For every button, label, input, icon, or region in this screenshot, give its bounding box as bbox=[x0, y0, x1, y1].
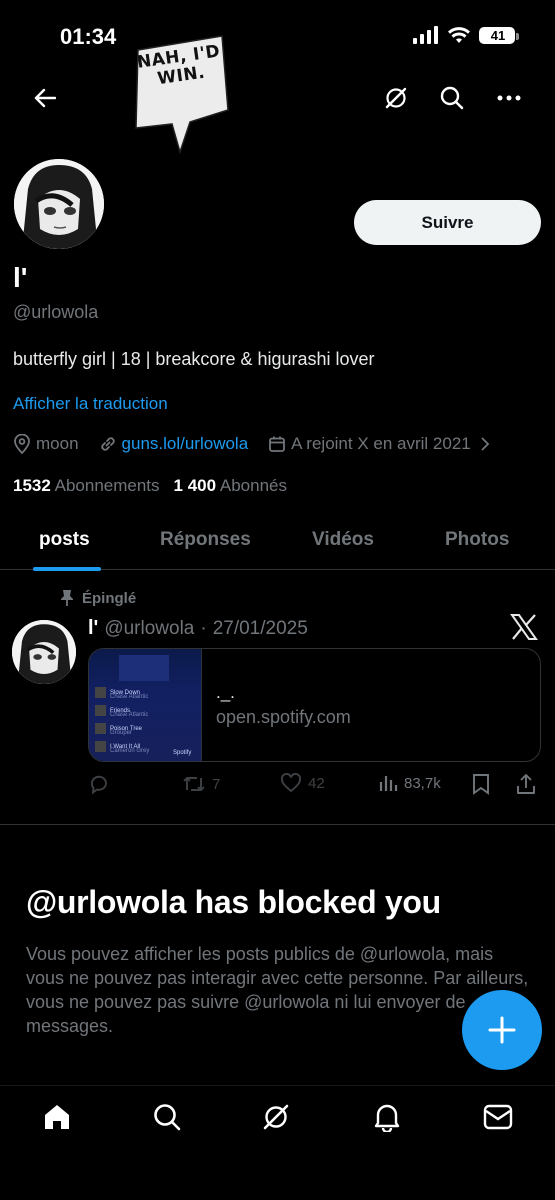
views-button[interactable]: 83,7k bbox=[378, 773, 441, 793]
spotify-thumbnail: Slow Down Chase Atlantic Friends Chase A… bbox=[89, 649, 202, 761]
post-date[interactable]: 27/01/2025 bbox=[213, 618, 308, 640]
chevron-right-icon[interactable] bbox=[480, 437, 490, 451]
bookmark-button[interactable] bbox=[472, 773, 490, 795]
playlist-cover bbox=[119, 655, 169, 681]
followers-count: 1 400 bbox=[173, 476, 217, 495]
profile-handle: @urlowola bbox=[13, 302, 99, 322]
reply-icon bbox=[90, 775, 107, 795]
joined-text: A rejoint X en avril 2021 bbox=[291, 434, 471, 453]
views-icon bbox=[379, 776, 398, 791]
post-author-handle[interactable]: @urlowola bbox=[104, 618, 194, 640]
tab-videos[interactable]: Vidéos bbox=[312, 529, 374, 551]
following-count: 1532 bbox=[13, 476, 51, 495]
search-icon[interactable] bbox=[430, 76, 474, 120]
active-tab-indicator bbox=[33, 567, 101, 571]
tab-posts[interactable]: posts bbox=[39, 529, 90, 551]
post-author-avatar[interactable] bbox=[12, 620, 76, 684]
home-icon[interactable] bbox=[40, 1100, 74, 1134]
translate-link[interactable]: Afficher la traduction bbox=[13, 394, 168, 414]
website-link[interactable]: guns.lol/urlowola bbox=[122, 434, 249, 454]
search-icon[interactable] bbox=[150, 1100, 184, 1134]
battery-indicator: 41 bbox=[479, 26, 519, 44]
x-logo-icon bbox=[510, 614, 542, 646]
repost-icon bbox=[183, 777, 205, 791]
post-header: l' @urlowola · 27/01/2025 bbox=[88, 617, 308, 640]
track-artist: Grouper bbox=[110, 730, 133, 736]
post-separator: · bbox=[200, 617, 207, 639]
grok-icon[interactable] bbox=[374, 76, 418, 120]
notifications-icon[interactable] bbox=[370, 1100, 404, 1134]
followers-label: Abonnés bbox=[219, 476, 287, 495]
track-artist: Cameron Grey bbox=[110, 748, 150, 754]
calendar-icon bbox=[269, 436, 286, 452]
signal-icon bbox=[413, 26, 438, 44]
reply-button[interactable] bbox=[88, 773, 116, 795]
status-time: 01:34 bbox=[60, 24, 117, 49]
link-preview-card[interactable]: Slow Down Chase Atlantic Friends Chase A… bbox=[88, 648, 541, 762]
following-label: Abonnements bbox=[54, 476, 160, 495]
share-icon bbox=[517, 774, 535, 794]
joined-item: A rejoint X en avril 2021 bbox=[268, 434, 490, 454]
messages-icon[interactable] bbox=[481, 1100, 515, 1134]
more-icon[interactable] bbox=[487, 76, 531, 120]
pinned-label: Épinglé bbox=[82, 589, 137, 607]
profile-bio: butterfly girl | 18 | breakcore & higura… bbox=[13, 349, 375, 369]
heart-icon bbox=[280, 773, 302, 793]
spotify-brand: Spotify bbox=[173, 750, 192, 756]
sticker-speech-bubble: NAH, I'D WIN. bbox=[128, 30, 232, 155]
location-item: moon bbox=[13, 434, 79, 454]
wifi-icon bbox=[448, 27, 470, 43]
track-artist: Chase Atlantic bbox=[110, 712, 149, 718]
profile-meta: moon guns.lol/urlowola A rejoint X en av… bbox=[13, 434, 510, 454]
card-domain: open.spotify.com bbox=[216, 707, 351, 727]
follow-button[interactable]: Suivre bbox=[354, 200, 541, 245]
post-actions: 7 42 83,7k bbox=[88, 773, 543, 801]
website-item[interactable]: guns.lol/urlowola bbox=[99, 434, 249, 454]
location-pin-icon bbox=[14, 434, 30, 454]
compose-post-button[interactable] bbox=[462, 990, 542, 1070]
track-artist: Chase Atlantic bbox=[110, 694, 149, 700]
views-count: 83,7k bbox=[404, 774, 441, 792]
status-indicators: 41 bbox=[413, 26, 519, 44]
post-author-name[interactable]: l' bbox=[88, 617, 98, 640]
tab-photos[interactable]: Photos bbox=[445, 529, 509, 551]
like-button[interactable]: 42 bbox=[280, 773, 325, 793]
card-text: ._. open.spotify.com bbox=[202, 649, 351, 761]
divider bbox=[0, 824, 555, 825]
link-icon bbox=[100, 437, 115, 451]
pin-icon bbox=[61, 590, 73, 606]
followers-stat[interactable]: 1 400 Abonnés bbox=[174, 476, 287, 496]
plus-icon bbox=[488, 1016, 516, 1044]
repost-button[interactable]: 7 bbox=[182, 773, 220, 795]
repost-count: 7 bbox=[212, 775, 221, 793]
like-count: 42 bbox=[308, 774, 325, 792]
profile-tabs: posts Réponses Vidéos Photos bbox=[0, 520, 555, 570]
bottom-navigation bbox=[0, 1085, 555, 1200]
back-arrow-icon[interactable] bbox=[23, 76, 67, 120]
location-text: moon bbox=[36, 434, 79, 453]
blocked-description: Vous pouvez afficher les posts publics d… bbox=[26, 944, 529, 1036]
tab-replies[interactable]: Réponses bbox=[160, 529, 251, 551]
following-stat[interactable]: 1532 Abonnements bbox=[13, 476, 160, 496]
blocked-title: @urlowola has blocked you bbox=[26, 884, 441, 920]
share-button[interactable] bbox=[516, 773, 536, 795]
profile-display-name: l' bbox=[13, 262, 28, 293]
profile-avatar[interactable] bbox=[12, 157, 106, 251]
pinned-indicator: Épinglé bbox=[60, 589, 136, 607]
grok-icon[interactable] bbox=[259, 1100, 293, 1134]
bookmark-icon bbox=[473, 774, 489, 795]
card-title: ._. bbox=[216, 683, 235, 702]
follow-counts: 1532 Abonnements 1 400 Abonnés bbox=[13, 476, 287, 496]
